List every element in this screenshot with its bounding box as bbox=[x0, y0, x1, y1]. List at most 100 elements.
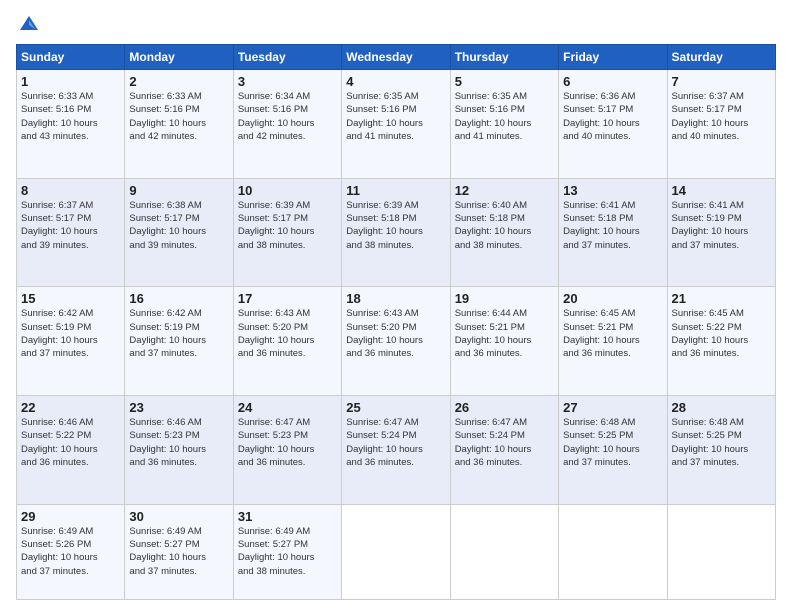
day-info: Sunrise: 6:46 AM Sunset: 5:22 PM Dayligh… bbox=[21, 416, 120, 469]
day-number: 12 bbox=[455, 183, 554, 198]
calendar-cell: 23Sunrise: 6:46 AM Sunset: 5:23 PM Dayli… bbox=[125, 395, 233, 504]
calendar-table: SundayMondayTuesdayWednesdayThursdayFrid… bbox=[16, 44, 776, 600]
calendar-cell: 11Sunrise: 6:39 AM Sunset: 5:18 PM Dayli… bbox=[342, 178, 450, 287]
day-number: 26 bbox=[455, 400, 554, 415]
day-number: 4 bbox=[346, 74, 445, 89]
day-number: 5 bbox=[455, 74, 554, 89]
calendar-header-row: SundayMondayTuesdayWednesdayThursdayFrid… bbox=[17, 45, 776, 70]
day-of-week-header: Monday bbox=[125, 45, 233, 70]
day-number: 19 bbox=[455, 291, 554, 306]
calendar-week-row: 8Sunrise: 6:37 AM Sunset: 5:17 PM Daylig… bbox=[17, 178, 776, 287]
day-info: Sunrise: 6:33 AM Sunset: 5:16 PM Dayligh… bbox=[21, 90, 120, 143]
calendar-cell: 20Sunrise: 6:45 AM Sunset: 5:21 PM Dayli… bbox=[559, 287, 667, 396]
day-number: 27 bbox=[563, 400, 662, 415]
day-info: Sunrise: 6:49 AM Sunset: 5:27 PM Dayligh… bbox=[238, 525, 337, 578]
day-info: Sunrise: 6:48 AM Sunset: 5:25 PM Dayligh… bbox=[672, 416, 771, 469]
day-info: Sunrise: 6:35 AM Sunset: 5:16 PM Dayligh… bbox=[346, 90, 445, 143]
calendar-cell: 14Sunrise: 6:41 AM Sunset: 5:19 PM Dayli… bbox=[667, 178, 775, 287]
day-info: Sunrise: 6:34 AM Sunset: 5:16 PM Dayligh… bbox=[238, 90, 337, 143]
calendar-cell: 10Sunrise: 6:39 AM Sunset: 5:17 PM Dayli… bbox=[233, 178, 341, 287]
day-info: Sunrise: 6:43 AM Sunset: 5:20 PM Dayligh… bbox=[346, 307, 445, 360]
calendar-cell: 31Sunrise: 6:49 AM Sunset: 5:27 PM Dayli… bbox=[233, 504, 341, 599]
calendar-cell: 1Sunrise: 6:33 AM Sunset: 5:16 PM Daylig… bbox=[17, 70, 125, 179]
day-info: Sunrise: 6:48 AM Sunset: 5:25 PM Dayligh… bbox=[563, 416, 662, 469]
calendar-cell: 6Sunrise: 6:36 AM Sunset: 5:17 PM Daylig… bbox=[559, 70, 667, 179]
day-info: Sunrise: 6:39 AM Sunset: 5:17 PM Dayligh… bbox=[238, 199, 337, 252]
day-of-week-header: Saturday bbox=[667, 45, 775, 70]
day-number: 21 bbox=[672, 291, 771, 306]
day-number: 22 bbox=[21, 400, 120, 415]
logo-icon bbox=[18, 12, 40, 34]
calendar-cell: 15Sunrise: 6:42 AM Sunset: 5:19 PM Dayli… bbox=[17, 287, 125, 396]
day-info: Sunrise: 6:47 AM Sunset: 5:24 PM Dayligh… bbox=[346, 416, 445, 469]
day-number: 23 bbox=[129, 400, 228, 415]
day-of-week-header: Friday bbox=[559, 45, 667, 70]
calendar-cell: 12Sunrise: 6:40 AM Sunset: 5:18 PM Dayli… bbox=[450, 178, 558, 287]
day-number: 18 bbox=[346, 291, 445, 306]
day-info: Sunrise: 6:39 AM Sunset: 5:18 PM Dayligh… bbox=[346, 199, 445, 252]
day-info: Sunrise: 6:35 AM Sunset: 5:16 PM Dayligh… bbox=[455, 90, 554, 143]
calendar-cell: 4Sunrise: 6:35 AM Sunset: 5:16 PM Daylig… bbox=[342, 70, 450, 179]
calendar-cell: 29Sunrise: 6:49 AM Sunset: 5:26 PM Dayli… bbox=[17, 504, 125, 599]
calendar-cell: 27Sunrise: 6:48 AM Sunset: 5:25 PM Dayli… bbox=[559, 395, 667, 504]
day-number: 11 bbox=[346, 183, 445, 198]
calendar-cell: 7Sunrise: 6:37 AM Sunset: 5:17 PM Daylig… bbox=[667, 70, 775, 179]
day-number: 9 bbox=[129, 183, 228, 198]
day-number: 10 bbox=[238, 183, 337, 198]
day-info: Sunrise: 6:37 AM Sunset: 5:17 PM Dayligh… bbox=[21, 199, 120, 252]
calendar-cell: 21Sunrise: 6:45 AM Sunset: 5:22 PM Dayli… bbox=[667, 287, 775, 396]
calendar-cell: 13Sunrise: 6:41 AM Sunset: 5:18 PM Dayli… bbox=[559, 178, 667, 287]
calendar-week-row: 22Sunrise: 6:46 AM Sunset: 5:22 PM Dayli… bbox=[17, 395, 776, 504]
day-of-week-header: Wednesday bbox=[342, 45, 450, 70]
day-number: 7 bbox=[672, 74, 771, 89]
calendar-cell: 5Sunrise: 6:35 AM Sunset: 5:16 PM Daylig… bbox=[450, 70, 558, 179]
calendar-cell: 2Sunrise: 6:33 AM Sunset: 5:16 PM Daylig… bbox=[125, 70, 233, 179]
calendar-cell: 3Sunrise: 6:34 AM Sunset: 5:16 PM Daylig… bbox=[233, 70, 341, 179]
logo bbox=[16, 12, 40, 34]
day-number: 13 bbox=[563, 183, 662, 198]
day-of-week-header: Tuesday bbox=[233, 45, 341, 70]
day-info: Sunrise: 6:40 AM Sunset: 5:18 PM Dayligh… bbox=[455, 199, 554, 252]
day-number: 2 bbox=[129, 74, 228, 89]
day-info: Sunrise: 6:42 AM Sunset: 5:19 PM Dayligh… bbox=[21, 307, 120, 360]
day-info: Sunrise: 6:49 AM Sunset: 5:26 PM Dayligh… bbox=[21, 525, 120, 578]
day-info: Sunrise: 6:47 AM Sunset: 5:24 PM Dayligh… bbox=[455, 416, 554, 469]
day-number: 30 bbox=[129, 509, 228, 524]
calendar-week-row: 1Sunrise: 6:33 AM Sunset: 5:16 PM Daylig… bbox=[17, 70, 776, 179]
day-number: 31 bbox=[238, 509, 337, 524]
calendar-week-row: 29Sunrise: 6:49 AM Sunset: 5:26 PM Dayli… bbox=[17, 504, 776, 599]
calendar-cell: 26Sunrise: 6:47 AM Sunset: 5:24 PM Dayli… bbox=[450, 395, 558, 504]
calendar-cell bbox=[450, 504, 558, 599]
day-info: Sunrise: 6:41 AM Sunset: 5:19 PM Dayligh… bbox=[672, 199, 771, 252]
day-info: Sunrise: 6:45 AM Sunset: 5:22 PM Dayligh… bbox=[672, 307, 771, 360]
day-info: Sunrise: 6:38 AM Sunset: 5:17 PM Dayligh… bbox=[129, 199, 228, 252]
day-number: 29 bbox=[21, 509, 120, 524]
calendar-cell: 19Sunrise: 6:44 AM Sunset: 5:21 PM Dayli… bbox=[450, 287, 558, 396]
day-number: 25 bbox=[346, 400, 445, 415]
day-info: Sunrise: 6:47 AM Sunset: 5:23 PM Dayligh… bbox=[238, 416, 337, 469]
day-info: Sunrise: 6:44 AM Sunset: 5:21 PM Dayligh… bbox=[455, 307, 554, 360]
day-info: Sunrise: 6:36 AM Sunset: 5:17 PM Dayligh… bbox=[563, 90, 662, 143]
day-number: 1 bbox=[21, 74, 120, 89]
calendar-cell: 30Sunrise: 6:49 AM Sunset: 5:27 PM Dayli… bbox=[125, 504, 233, 599]
day-info: Sunrise: 6:49 AM Sunset: 5:27 PM Dayligh… bbox=[129, 525, 228, 578]
calendar-week-row: 15Sunrise: 6:42 AM Sunset: 5:19 PM Dayli… bbox=[17, 287, 776, 396]
day-number: 8 bbox=[21, 183, 120, 198]
day-info: Sunrise: 6:46 AM Sunset: 5:23 PM Dayligh… bbox=[129, 416, 228, 469]
calendar-cell: 22Sunrise: 6:46 AM Sunset: 5:22 PM Dayli… bbox=[17, 395, 125, 504]
day-info: Sunrise: 6:37 AM Sunset: 5:17 PM Dayligh… bbox=[672, 90, 771, 143]
calendar-cell bbox=[559, 504, 667, 599]
calendar-cell: 9Sunrise: 6:38 AM Sunset: 5:17 PM Daylig… bbox=[125, 178, 233, 287]
day-number: 28 bbox=[672, 400, 771, 415]
day-of-week-header: Sunday bbox=[17, 45, 125, 70]
calendar-cell: 16Sunrise: 6:42 AM Sunset: 5:19 PM Dayli… bbox=[125, 287, 233, 396]
day-number: 3 bbox=[238, 74, 337, 89]
day-info: Sunrise: 6:42 AM Sunset: 5:19 PM Dayligh… bbox=[129, 307, 228, 360]
calendar-cell: 8Sunrise: 6:37 AM Sunset: 5:17 PM Daylig… bbox=[17, 178, 125, 287]
calendar-cell: 17Sunrise: 6:43 AM Sunset: 5:20 PM Dayli… bbox=[233, 287, 341, 396]
calendar-cell bbox=[342, 504, 450, 599]
day-number: 14 bbox=[672, 183, 771, 198]
day-info: Sunrise: 6:33 AM Sunset: 5:16 PM Dayligh… bbox=[129, 90, 228, 143]
calendar-cell bbox=[667, 504, 775, 599]
day-number: 6 bbox=[563, 74, 662, 89]
